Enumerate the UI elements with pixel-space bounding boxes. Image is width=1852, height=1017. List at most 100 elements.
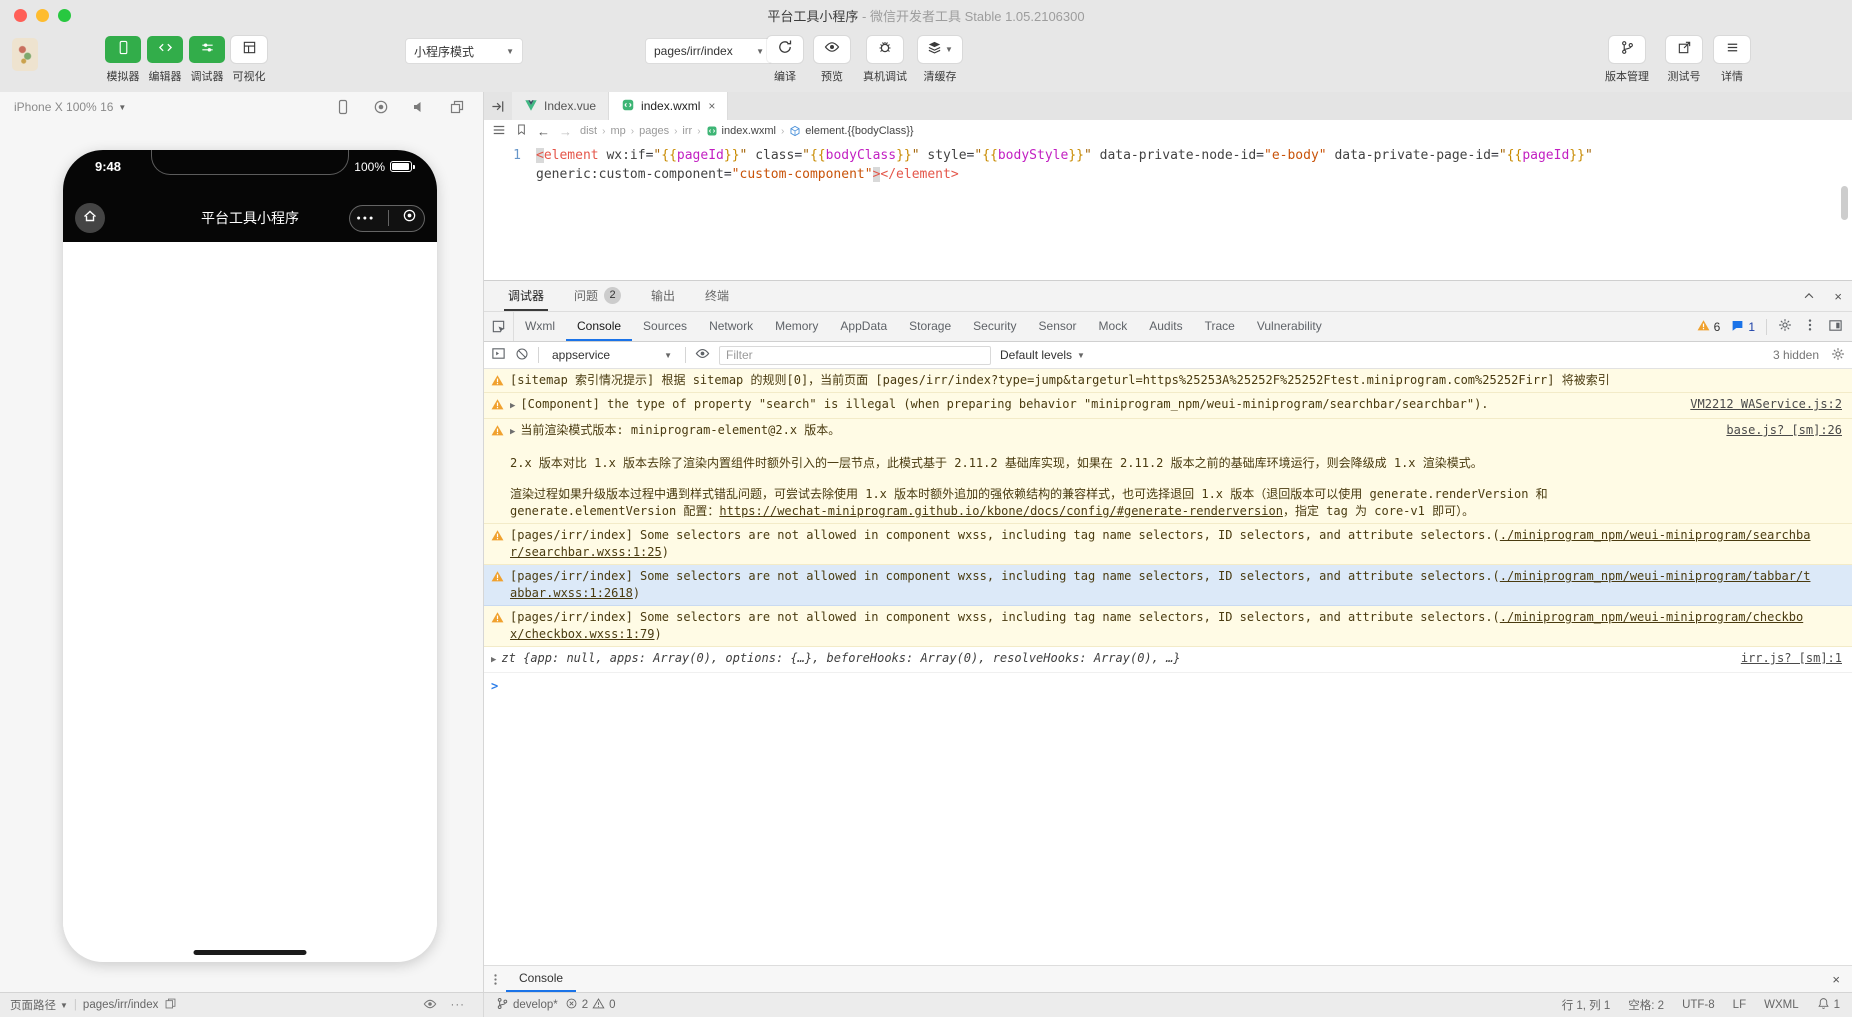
nav-forward-icon[interactable]: → [559,124,572,139]
device-frame-icon[interactable] [335,99,351,115]
sound-icon[interactable] [411,99,427,115]
visualization-toggle-button[interactable]: 可视化 [229,36,269,84]
more-actions-icon[interactable]: ··· [451,999,466,1011]
goto-file-icon[interactable] [484,92,512,120]
git-branch-indicator[interactable]: develop* [496,997,558,1013]
simulator-toggle-button[interactable]: 模拟器 [103,36,143,84]
collapse-panel-icon[interactable] [1802,289,1816,303]
page-path-select[interactable]: 页面路径 ▼ [10,997,68,1013]
drawer-tab[interactable]: 调试器 [504,281,549,311]
problems-indicator[interactable]: 2 0 [565,997,616,1013]
console-message[interactable]: [pages/irr/index] Some selectors are not… [484,606,1852,647]
eol-setting[interactable]: LF [1733,999,1746,1011]
drawer-tab[interactable]: 终端 [701,281,733,311]
devtools-settings-gear-icon[interactable] [1778,318,1792,335]
expand-arrow-icon[interactable]: ▶ [510,401,515,411]
expand-arrow-icon[interactable]: ▶ [510,427,515,437]
zoom-window-button[interactable] [58,9,71,22]
breadcrumb-item[interactable]: pages [639,125,669,137]
breadcrumb-item[interactable]: element.{{bodyClass}} [789,125,914,137]
minimize-window-button[interactable] [36,9,49,22]
watch-eye-icon[interactable] [423,997,437,1014]
device-select[interactable]: iPhone X 100% 16 ▼ [14,100,126,114]
devtools-tab-wxml[interactable]: Wxml [514,312,566,341]
console-message[interactable]: ▶ 当前渲染模式版本: miniprogram-element@2.x 版本。 2.… [484,419,1852,524]
editor-scrollbar[interactable] [1841,186,1848,220]
version-management-button[interactable]: 版本管理 [1599,36,1655,84]
console-message-count[interactable]: 1 [1731,319,1755,335]
phone-simulator[interactable]: 9:48 100% 平台工具小程序 ●●● [63,150,437,962]
drawer-console-tab[interactable]: Console [506,966,577,992]
mode-select[interactable]: 小程序模式 ▼ [405,38,523,64]
devtools-tab-mock[interactable]: Mock [1088,312,1139,341]
dock-side-icon[interactable] [1828,318,1843,336]
devtools-tab-appdata[interactable]: AppData [829,312,898,341]
console-prompt[interactable]: > [484,673,1852,698]
console-message[interactable]: ▶ [Component] the type of property "searc… [484,393,1852,419]
drawer-close-icon[interactable]: × [1820,966,1852,992]
tab-index-vue[interactable]: Index.vue [512,92,610,120]
details-button[interactable]: 详情 [1713,36,1751,84]
devtools-tab-console[interactable]: Console [566,312,633,341]
console-message[interactable]: [sitemap 索引情况提示] 根据 sitemap 的规则[0]，当前页面 … [484,369,1852,393]
breadcrumb-item[interactable]: dist [580,125,597,137]
test-account-button[interactable]: 测试号 [1662,36,1706,84]
console-message[interactable]: ▶ zt {app: null, apps: Array(0), options:… [484,647,1852,673]
devtools-tab-trace[interactable]: Trace [1194,312,1246,341]
code-editor[interactable]: 1 <element wx:if="{{pageId}}" class="{{b… [484,142,1852,220]
devtools-tab-vulnerability[interactable]: Vulnerability [1246,312,1333,341]
log-levels-select[interactable]: Default levels ▼ [1000,348,1085,362]
console-settings-gear-icon[interactable] [1831,347,1845,364]
exit-target-icon[interactable] [402,208,417,228]
source-location-link[interactable]: base.js? [sm]:26 [1712,422,1842,439]
clear-console-icon[interactable] [515,347,529,364]
capsule-menu[interactable]: ●●● [349,204,425,232]
close-panel-icon[interactable]: × [1834,289,1842,304]
live-expression-eye-icon[interactable] [695,346,710,364]
more-dots-icon[interactable]: ●●● [357,215,376,222]
bookmark-icon[interactable] [515,123,528,139]
console-sidebar-toggle-icon[interactable] [491,346,506,364]
multi-window-icon[interactable] [449,99,465,115]
preview-button[interactable]: 预览 [812,36,852,84]
console-log-area[interactable]: [sitemap 索引情况提示] 根据 sitemap 的规则[0]，当前页面 … [484,369,1852,965]
nav-back-icon[interactable]: ← [537,124,550,139]
console-filter-input[interactable] [719,345,991,365]
close-tab-icon[interactable]: × [708,99,715,113]
debugger-toggle-button[interactable]: 调试器 [187,36,227,84]
page-select[interactable]: pages/irr/index ▼ [645,38,773,64]
devtools-tab-memory[interactable]: Memory [764,312,829,341]
console-message[interactable]: [pages/irr/index] Some selectors are not… [484,524,1852,565]
user-avatar[interactable] [12,38,38,71]
clear-cache-button[interactable]: ▼ 清缓存 [918,36,962,84]
notifications-bell[interactable]: 1 [1817,997,1840,1013]
execution-context-select[interactable]: appservice ▼ [548,348,676,362]
drawer-handle-dots-icon[interactable] [484,966,506,992]
source-location-link[interactable]: irr.js? [sm]:1 [1727,650,1842,667]
breadcrumb[interactable]: dist › mp › pages › irr › index.wxml › element.{{b… [580,125,914,137]
editor-toggle-button[interactable]: 编辑器 [145,36,185,84]
phone-page-body[interactable] [63,242,437,955]
encoding-setting[interactable]: UTF-8 [1682,999,1715,1011]
devtools-tab-network[interactable]: Network [698,312,764,341]
devtools-tab-audits[interactable]: Audits [1138,312,1193,341]
devtools-tab-sources[interactable]: Sources [632,312,698,341]
devtools-tab-sensor[interactable]: Sensor [1028,312,1088,341]
compile-button[interactable]: 编译 [765,36,805,84]
hidden-messages-count[interactable]: 3 hidden [1773,348,1819,362]
breadcrumb-item[interactable]: mp [610,125,625,137]
expand-arrow-icon[interactable]: ▶ [491,655,496,665]
close-window-button[interactable] [14,9,27,22]
indent-setting[interactable]: 空格: 2 [1628,997,1664,1013]
breadcrumb-item[interactable]: index.wxml [706,125,776,137]
devtools-menu-dots-icon[interactable] [1803,318,1817,335]
breadcrumb-item[interactable]: irr [682,125,692,137]
outline-list-icon[interactable] [492,123,506,140]
console-message[interactable]: [pages/irr/index] Some selectors are not… [484,565,1852,606]
devtools-tab-storage[interactable]: Storage [898,312,962,341]
source-location-link[interactable]: VM2212 WAService.js:2 [1676,396,1842,413]
cursor-position[interactable]: 行 1, 列 1 [1562,997,1611,1013]
screen-record-icon[interactable] [373,99,389,115]
doc-link[interactable]: https://wechat-miniprogram.github.io/kbo… [719,504,1283,518]
devtools-tab-security[interactable]: Security [962,312,1027,341]
